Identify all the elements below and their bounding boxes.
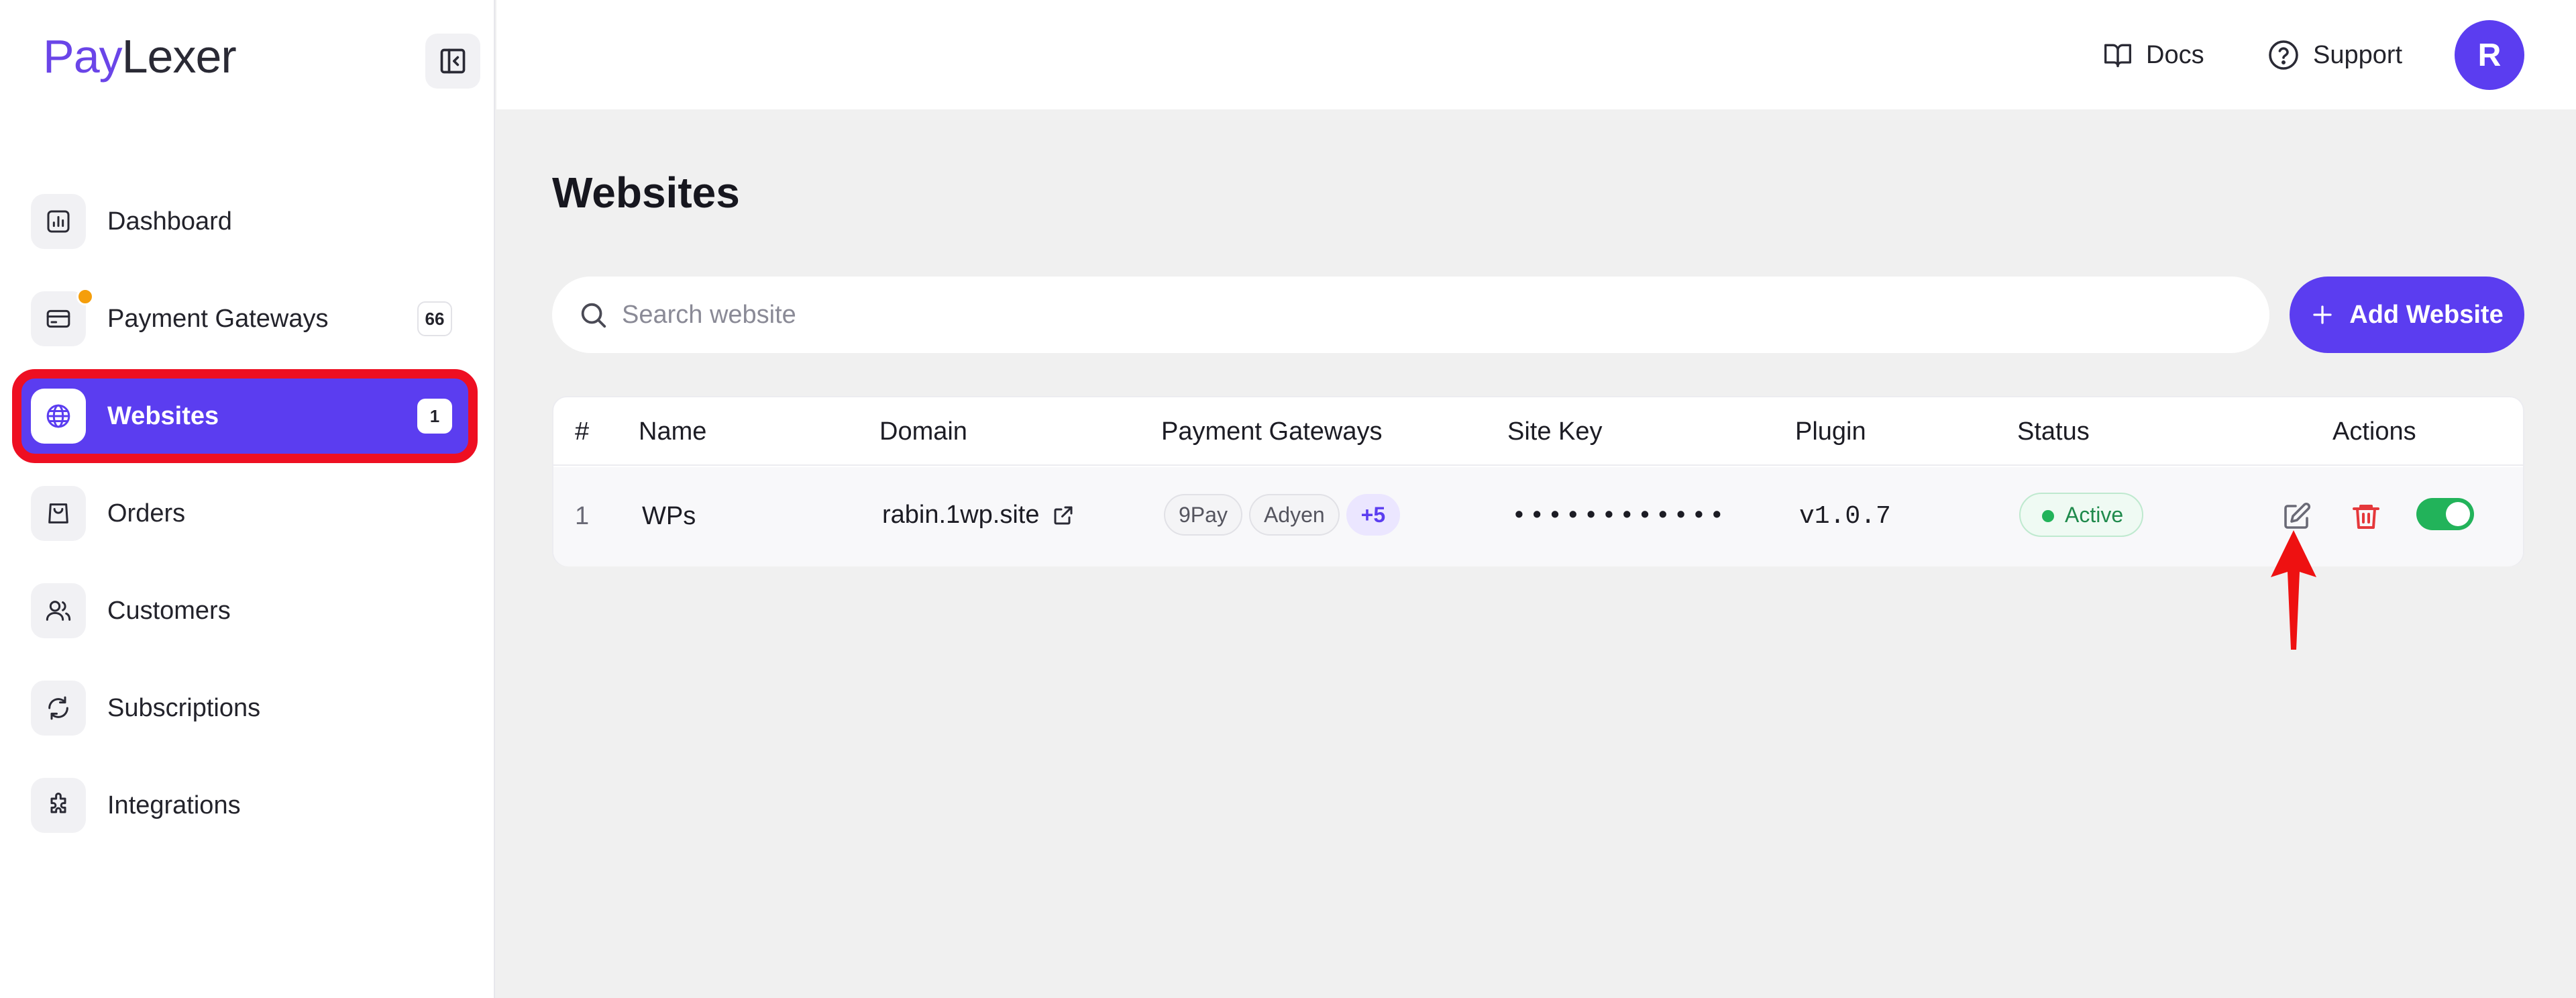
top-header: Docs Support (496, 0, 2576, 109)
sidebar-item-customers[interactable]: Customers (20, 572, 470, 650)
app-logo[interactable]: PayLexer (43, 30, 237, 83)
column-header: Actions (2332, 417, 2416, 446)
column-header: Status (2017, 417, 2090, 446)
toggle-knob (2446, 502, 2470, 526)
sidebar-item-integrations[interactable]: Integrations (20, 766, 470, 844)
table-header: # Name Domain Payment Gateways Site Key … (553, 397, 2523, 466)
column-header: Domain (879, 417, 967, 446)
domain-link[interactable]: rabin.1wp.site (882, 501, 1075, 530)
page-title: Websites (552, 168, 740, 217)
sidebar: PayLexer Dashboard Payment Gateways 66 W… (0, 0, 495, 998)
help-circle-icon (2269, 40, 2298, 70)
sidebar-item-label: Integrations (107, 791, 241, 819)
search-input[interactable] (622, 293, 2232, 337)
gateway-chip: Adyen (1248, 494, 1340, 536)
chart-icon (31, 194, 86, 249)
annotation-arrow (2271, 530, 2316, 650)
table-row[interactable]: 1 WPs rabin.1wp.site 9Pay Adyen +5 •••••… (553, 467, 2523, 566)
refresh-icon (31, 681, 86, 736)
add-website-button[interactable]: Add Website (2290, 277, 2524, 353)
book-icon (2104, 44, 2131, 68)
docs-label: Docs (2146, 40, 2204, 69)
gateways-cell: 9Pay Adyen +5 (1164, 494, 1407, 536)
sidebar-item-payment-gateways[interactable]: Payment Gateways 66 (20, 280, 470, 358)
sidebar-item-label: Websites (107, 401, 219, 430)
more-gateways-chip[interactable]: +5 (1346, 494, 1401, 536)
column-header: Name (639, 417, 707, 446)
gateway-chip: 9Pay (1164, 494, 1242, 536)
status-badge: Active (2019, 493, 2144, 537)
search-icon (581, 303, 606, 328)
user-avatar[interactable]: R (2455, 20, 2524, 90)
search-bar (552, 277, 2269, 353)
domain-text: rabin.1wp.site (882, 501, 1040, 529)
count-badge: 66 (417, 301, 452, 336)
site-key: •••••••••••• (1511, 502, 1727, 531)
sidebar-item-label: Subscriptions (107, 693, 261, 722)
sidebar-collapse-button[interactable] (425, 34, 480, 89)
docs-link[interactable]: Docs (2103, 35, 2204, 75)
sidebar-item-dashboard[interactable]: Dashboard (20, 183, 470, 260)
sidebar-item-label: Payment Gateways (107, 304, 329, 333)
globe-icon (31, 389, 86, 444)
support-label: Support (2313, 40, 2403, 69)
add-website-label: Add Website (2349, 300, 2504, 329)
plugin-version: v1.0.7 (1799, 502, 1891, 531)
sidebar-item-subscriptions[interactable]: Subscriptions (20, 669, 470, 747)
users-icon (31, 583, 86, 638)
sidebar-item-label: Customers (107, 596, 231, 625)
support-link[interactable]: Support (2267, 35, 2402, 75)
column-header: Plugin (1795, 417, 1866, 446)
external-link-icon (1054, 506, 1073, 524)
trash-icon (2353, 505, 2379, 529)
row-index: 1 (575, 502, 590, 530)
column-header: Payment Gateways (1161, 417, 1383, 446)
websites-table: # Name Domain Payment Gateways Site Key … (552, 396, 2524, 566)
website-name: WPs (642, 502, 696, 530)
enable-toggle[interactable] (2416, 498, 2474, 530)
sidebar-item-label: Orders (107, 499, 186, 528)
puzzle-icon (31, 778, 86, 833)
delete-button[interactable] (2345, 495, 2387, 538)
sidebar-item-label: Dashboard (107, 207, 232, 236)
plus-icon (2313, 305, 2332, 324)
sidebar-item-orders[interactable]: Orders (20, 475, 470, 552)
bag-icon (31, 486, 86, 541)
edit-icon (2284, 502, 2311, 529)
count-badge: 1 (417, 399, 452, 434)
column-header: Site Key (1507, 417, 1603, 446)
sidebar-item-websites[interactable]: Websites 1 (12, 369, 478, 463)
notification-dot (76, 288, 94, 305)
collapse-sidebar-icon (440, 48, 466, 74)
column-header: # (575, 417, 590, 446)
